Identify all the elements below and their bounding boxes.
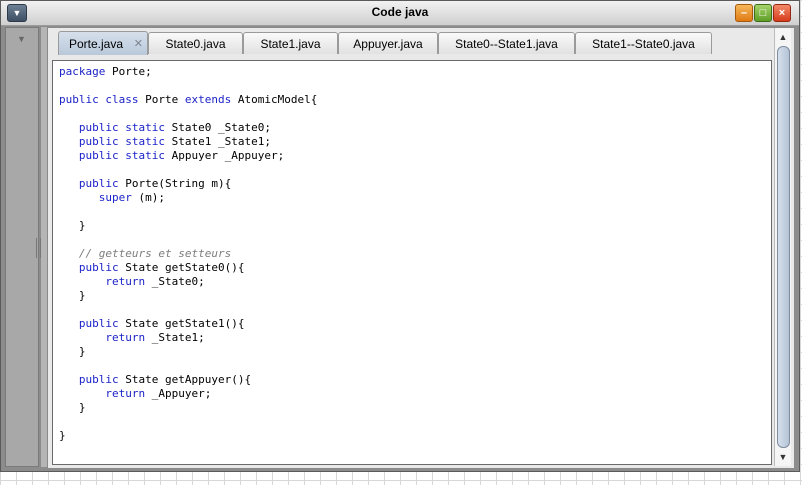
tab-label: Porte.java: [69, 37, 124, 51]
tab-label: State1--State0.java: [592, 37, 695, 51]
code-line: return _State0;: [105, 275, 205, 288]
code-line: public class Porte extends AtomicModel{: [59, 93, 318, 106]
tab-state0-state1-java[interactable]: State0--State1.java: [438, 32, 575, 54]
code-line: public State getState1(){: [78, 317, 245, 330]
close-icon: ×: [778, 7, 786, 19]
tab-close-icon[interactable]: ✕: [134, 37, 143, 50]
collapsed-side-panel[interactable]: ▼: [5, 27, 41, 467]
minimize-button[interactable]: –: [735, 4, 753, 22]
maximize-icon: □: [759, 7, 767, 19]
code-line: }: [59, 401, 86, 414]
tab-label: Appuyer.java: [353, 37, 423, 51]
code-line: }: [59, 289, 86, 302]
code-line: public Porte(String m){: [78, 177, 232, 190]
editor-area: Porte.java ✕ State0.java State1.java App…: [47, 27, 795, 469]
code-line: public State getState0(){: [78, 261, 245, 274]
scroll-down-icon[interactable]: ▼: [776, 450, 790, 464]
code-editor[interactable]: package Porte; public class Porte extend…: [52, 60, 772, 465]
code-text[interactable]: package Porte; public class Porte extend…: [53, 61, 771, 447]
code-line: // getteurs et setteurs: [59, 247, 232, 260]
tab-label: State0--State1.java: [455, 37, 558, 51]
code-line: public static State1 _State1;: [78, 135, 271, 148]
window-title: Code java: [371, 5, 429, 19]
code-line: public static Appuyer _Appuyer;: [78, 149, 285, 162]
tab-appuyer-java[interactable]: Appuyer.java: [338, 32, 438, 54]
code-java-window: ▼ Code java – □ × ▼ Porte.java ✕ State0.…: [0, 0, 800, 472]
tab-state0-java[interactable]: State0.java: [148, 32, 243, 54]
collapse-triangle-icon[interactable]: ▼: [17, 34, 26, 44]
tab-label: State0.java: [165, 37, 226, 51]
code-line: return _Appuyer;: [105, 387, 212, 400]
code-line: public static State0 _State0;: [78, 121, 271, 134]
code-line: super (m);: [98, 191, 165, 204]
title-bar[interactable]: ▼ Code java – □ ×: [1, 1, 799, 26]
tab-state1-java[interactable]: State1.java: [243, 32, 338, 54]
code-line: }: [59, 345, 86, 358]
scroll-up-icon[interactable]: ▲: [776, 30, 790, 44]
tab-porte-java[interactable]: Porte.java ✕: [58, 31, 148, 55]
minimize-icon: –: [740, 7, 748, 19]
scrollbar-thumb[interactable]: [777, 46, 790, 448]
code-line: public State getAppuyer(){: [78, 373, 252, 386]
tab-state1-state0-java[interactable]: State1--State0.java: [575, 32, 712, 54]
close-button[interactable]: ×: [773, 4, 791, 22]
vertical-scrollbar[interactable]: ▲ ▼: [774, 28, 791, 466]
maximize-button[interactable]: □: [754, 4, 772, 22]
tab-label: State1.java: [260, 37, 321, 51]
code-line: package Porte;: [59, 65, 152, 78]
code-line: return _State1;: [105, 331, 205, 344]
code-line: }: [59, 429, 66, 442]
code-line: }: [59, 219, 86, 232]
